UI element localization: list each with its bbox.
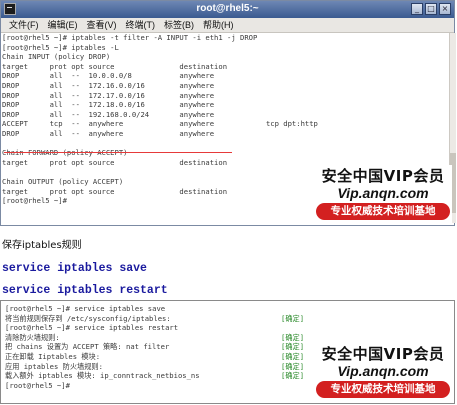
terminal-line-text: 载入额外 iptables 模块: ip_conntrack_netbios_n… [5,371,200,381]
menu-bar: 文件(F) 编辑(E) 查看(V) 终端(T) 标签(B) 帮助(H) [1,18,454,33]
watermark-title: 安全中国VIP会员 [321,167,445,185]
terminal-line: DROP all -- 10.0.0.0/8 anywhere [2,71,215,81]
watermark-url: Vip.anqn.com [337,185,429,201]
terminal-line: [root@rhel5 ~]# iptables -t filter -A IN… [2,33,258,42]
terminal-line: [root@rhel5 ~]# iptables -L [2,42,119,52]
status-ok-label: [确定] [281,351,305,361]
terminal-line: [root@rhel5 ~]# service iptables save [5,304,445,314]
terminal-line-text: 将当前规则保存到 /etc/sysconfig/iptables: [5,313,171,323]
terminal-line: DROP all -- 172.18.0.0/16 anywhere [2,100,215,110]
menu-terminal[interactable]: 终端(T) [126,18,156,32]
terminal-line: DROP all -- 172.16.0.0/16 anywhere [2,80,215,90]
watermark-badge: 安全中国VIP会员 Vip.anqn.com 专业权威技术培训基地 [314,165,452,223]
highlight-underline [4,152,232,153]
terminal-line: Chain INPUT (policy DROP) [2,52,111,62]
menu-help[interactable]: 帮助(H) [203,18,234,32]
watermark-url-2: Vip.anqn.com [337,363,429,379]
maximize-button[interactable]: □ [425,3,437,15]
watermark-title-2: 安全中国VIP会员 [321,345,445,363]
menu-view[interactable]: 查看(V) [87,18,117,32]
watermark-badge-2: 安全中国VIP会员 Vip.anqn.com 专业权威技术培训基地 [314,343,452,401]
terminal-line: target prot opt source destination [2,61,228,71]
menu-tabs[interactable]: 标签(B) [164,18,194,32]
terminal-line-text: [root@rhel5 ~]# service iptables restart [5,323,179,333]
status-ok-label: [确定] [281,371,305,381]
close-button[interactable]: × [439,3,451,15]
menu-file[interactable]: 文件(F) [9,18,39,32]
minimize-button[interactable]: _ [411,3,423,15]
status-ok-label: [确定] [281,342,305,352]
menu-edit[interactable]: 编辑(E) [48,18,78,32]
terminal-line-text: 把 chains 设置为 ACCEPT 策略: nat filter [5,342,170,352]
command-save: service iptables save [2,262,147,275]
window-controls: _ □ × [411,3,451,15]
terminal-line: 将当前规则保存到 /etc/sysconfig/iptables: [确定] [5,314,445,324]
command-restart: service iptables restart [2,284,168,297]
caption-text: 保存iptables规则 [2,240,82,251]
terminal-line: 清除防火墙规则: [确定] [5,333,445,343]
terminal-line: ACCEPT tcp -- anywhere anywhere tcp dpt:… [2,119,318,129]
terminal-line-text: 正在卸载 Iiptables 模块: [5,351,101,361]
watermark-slogan: 专业权威技术培训基地 [316,203,450,220]
title-bar[interactable]: root@rhel5:~ _ □ × [1,1,454,18]
terminal-line-text: 应用 iptables 防火墙规则: [5,361,103,371]
watermark-slogan-2: 专业权威技术培训基地 [316,381,450,398]
terminal-line: DROP all -- anywhere anywhere [2,128,215,138]
status-ok-label: [确定] [281,313,305,323]
terminal-line: DROP all -- 192.168.0.0/24 anywhere [2,109,215,119]
window-title: root@rhel5:~ [196,3,259,14]
status-ok-label: [确定] [281,332,305,342]
terminal-line-text: [root@rhel5 ~]# service iptables save [5,304,166,313]
terminal-line-text: 清除防火墙规则: [5,332,60,342]
status-ok-label: [确定] [281,361,305,371]
terminal-line-text: [root@rhel5 ~]# [5,380,75,390]
terminal-line: DROP all -- 172.17.0.0/16 anywhere [2,90,215,100]
terminal-line: [root@rhel5 ~]# service iptables restart [5,323,445,333]
